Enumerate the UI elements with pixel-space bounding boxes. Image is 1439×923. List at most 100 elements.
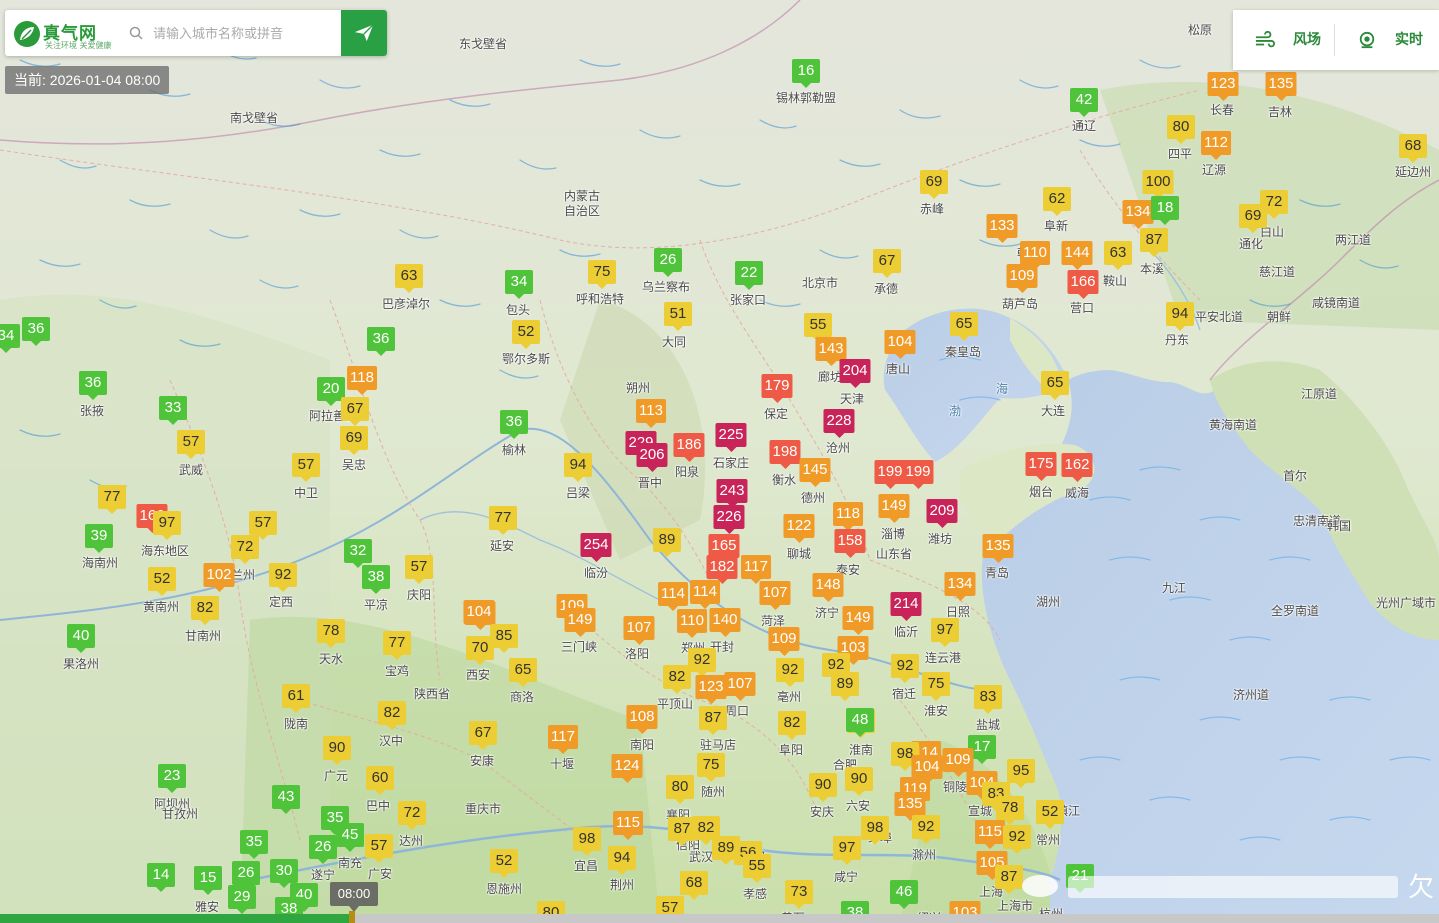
aqi-station-marker[interactable]: 82 [378, 701, 406, 725]
aqi-station-marker[interactable]: 52 [512, 320, 540, 344]
aqi-station-marker[interactable]: 69 [920, 170, 948, 194]
aqi-station-marker[interactable]: 166 [1067, 270, 1099, 294]
aqi-station-marker[interactable]: 118 [833, 502, 863, 526]
aqi-station-marker[interactable]: 143 [815, 337, 847, 361]
aqi-station-marker[interactable]: 78 [996, 796, 1024, 820]
aqi-station-marker[interactable]: 36 [367, 327, 395, 351]
aqi-station-marker[interactable]: 133 [986, 214, 1018, 238]
aqi-station-marker[interactable]: 109 [1006, 264, 1038, 288]
aqi-station-marker[interactable]: 82 [191, 596, 219, 620]
aqi-station-marker[interactable]: 162 [1061, 453, 1093, 477]
aqi-station-marker[interactable]: 67 [341, 397, 369, 421]
aqi-station-marker[interactable]: 135 [982, 534, 1014, 558]
aqi-station-marker[interactable]: 61 [282, 684, 310, 708]
aqi-station-marker[interactable]: 30 [270, 859, 298, 883]
aqi-station-marker[interactable]: 77 [489, 506, 517, 530]
aqi-station-marker[interactable]: 63 [1104, 241, 1132, 265]
site-logo[interactable]: 真气网 关注环境 关爱健康 [13, 18, 125, 50]
aqi-station-marker[interactable]: 39 [85, 524, 113, 548]
aqi-station-marker[interactable]: 26 [232, 861, 260, 885]
aqi-station-marker[interactable]: 92 [1003, 825, 1031, 849]
aqi-station-marker[interactable]: 52 [148, 567, 176, 591]
aqi-station-marker[interactable]: 109 [768, 627, 800, 651]
aqi-station-marker[interactable]: 144 [1061, 241, 1093, 265]
aqi-station-marker[interactable]: 38 [362, 565, 390, 589]
aqi-station-marker[interactable]: 97 [833, 836, 861, 860]
timeline-handle[interactable] [349, 911, 355, 923]
aqi-station-marker[interactable]: 40 [67, 624, 95, 648]
aqi-station-marker[interactable]: 51 [664, 302, 692, 326]
aqi-station-marker[interactable]: 199 [874, 460, 906, 484]
aqi-station-marker[interactable]: 26 [654, 248, 682, 272]
wind-field-button[interactable]: 风场 [1255, 10, 1335, 70]
aqi-station-marker[interactable]: 75 [697, 753, 725, 777]
aqi-station-marker[interactable]: 107 [724, 672, 756, 696]
aqi-station-marker[interactable]: 182 [706, 555, 738, 579]
aqi-station-marker[interactable]: 34 [0, 324, 20, 348]
aqi-station-marker[interactable]: 204 [839, 359, 871, 383]
aqi-station-marker[interactable]: 45 [336, 823, 364, 847]
aqi-station-marker[interactable]: 122 [783, 514, 815, 538]
aqi-station-marker[interactable]: 104 [884, 330, 916, 354]
aqi-station-marker[interactable]: 92 [891, 654, 919, 678]
aqi-station-marker[interactable]: 110 [1020, 241, 1050, 265]
aqi-station-marker[interactable]: 102 [203, 563, 235, 587]
aqi-station-marker[interactable]: 57 [249, 511, 277, 535]
aqi-station-marker[interactable]: 114 [658, 582, 688, 606]
aqi-station-marker[interactable]: 95 [1007, 759, 1035, 783]
aqi-station-marker[interactable]: 26 [309, 835, 337, 859]
aqi-station-marker[interactable]: 48 [846, 708, 874, 732]
aqi-map[interactable]: 东戈壁省 南戈壁省 内蒙古 自治区 锡林郭勒盟 松原 长春 吉林 延边州 通辽 四平 辽源 白山 通化 两江… [0, 0, 1439, 923]
aqi-station-marker[interactable]: 98 [861, 816, 889, 840]
aqi-station-marker[interactable]: 57 [292, 453, 320, 477]
aqi-station-marker[interactable]: 92 [776, 658, 804, 682]
aqi-station-marker[interactable]: 175 [1025, 452, 1057, 476]
aqi-station-marker[interactable]: 92 [269, 563, 297, 587]
aqi-station-marker[interactable]: 107 [623, 616, 655, 640]
aqi-station-marker[interactable]: 22 [735, 261, 763, 285]
aqi-station-marker[interactable]: 34 [505, 270, 533, 294]
aqi-station-marker[interactable]: 114 [690, 580, 720, 604]
aqi-station-marker[interactable]: 75 [588, 260, 616, 284]
aqi-station-marker[interactable]: 63 [395, 264, 423, 288]
aqi-station-marker[interactable]: 94 [1166, 302, 1194, 326]
aqi-station-marker[interactable]: 77 [383, 631, 411, 655]
aqi-station-marker[interactable]: 73 [785, 880, 813, 904]
aqi-station-marker[interactable]: 75 [922, 672, 950, 696]
aqi-station-marker[interactable]: 145 [799, 458, 831, 482]
aqi-station-marker[interactable]: 104 [911, 755, 943, 779]
aqi-station-marker[interactable]: 77 [98, 485, 126, 509]
aqi-station-marker[interactable]: 43 [272, 785, 300, 809]
aqi-station-marker[interactable]: 62 [1043, 187, 1071, 211]
aqi-station-marker[interactable]: 206 [636, 443, 668, 467]
aqi-station-marker[interactable]: 90 [845, 767, 873, 791]
aqi-station-marker[interactable]: 90 [809, 773, 837, 797]
aqi-station-marker[interactable]: 57 [405, 555, 433, 579]
aqi-station-marker[interactable]: 149 [842, 606, 874, 630]
aqi-station-marker[interactable]: 89 [831, 672, 859, 696]
aqi-station-marker[interactable]: 92 [688, 648, 716, 672]
aqi-station-marker[interactable]: 104 [463, 600, 495, 624]
aqi-station-marker[interactable]: 228 [823, 409, 855, 433]
aqi-station-marker[interactable]: 72 [398, 801, 426, 825]
aqi-station-marker[interactable]: 36 [22, 317, 50, 341]
aqi-station-marker[interactable]: 108 [626, 705, 658, 729]
aqi-station-marker[interactable]: 179 [761, 374, 793, 398]
aqi-station-marker[interactable]: 199 [902, 460, 934, 484]
aqi-station-marker[interactable]: 55 [804, 313, 832, 337]
aqi-station-marker[interactable]: 148 [812, 573, 844, 597]
aqi-station-marker[interactable]: 32 [344, 539, 372, 563]
aqi-station-marker[interactable]: 69 [1239, 204, 1267, 228]
realtime-button[interactable]: 实时 [1357, 10, 1439, 70]
aqi-station-marker[interactable]: 112 [1201, 131, 1231, 155]
aqi-station-marker[interactable]: 214 [890, 592, 922, 616]
aqi-station-marker[interactable]: 97 [153, 511, 181, 535]
aqi-station-marker[interactable]: 100 [1142, 170, 1174, 194]
aqi-station-marker[interactable]: 92 [912, 815, 940, 839]
aqi-station-marker[interactable]: 15 [194, 866, 222, 890]
aqi-station-marker[interactable]: 124 [611, 754, 643, 778]
aqi-station-marker[interactable]: 57 [177, 430, 205, 454]
aqi-station-marker[interactable]: 65 [509, 658, 537, 682]
aqi-station-marker[interactable]: 209 [926, 499, 958, 523]
aqi-station-marker[interactable]: 117 [548, 725, 578, 749]
